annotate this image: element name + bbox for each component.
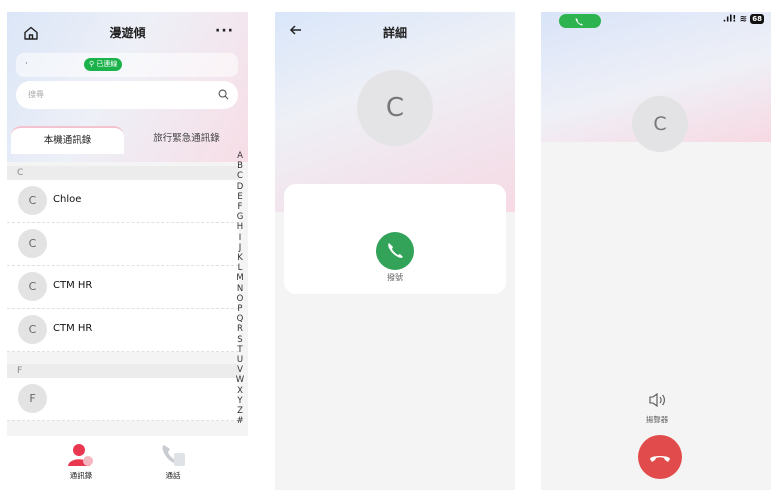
alphabet-letter[interactable]: R bbox=[235, 324, 245, 334]
contact-list: C C Chloe C C CTM HR C CTM HR F F bbox=[7, 154, 239, 421]
nav-contacts-label: 通訊錄 bbox=[69, 471, 93, 480]
contact-row[interactable]: C Chloe bbox=[7, 180, 239, 223]
speaker-label: 揚聲器 bbox=[645, 415, 669, 424]
alphabet-letter[interactable]: A bbox=[235, 151, 245, 161]
contact-name: CTM HR bbox=[53, 280, 93, 291]
alphabet-letter[interactable]: F bbox=[235, 202, 245, 212]
dial-button[interactable] bbox=[376, 232, 414, 270]
avatar: C bbox=[357, 70, 433, 146]
tab-travel-emergency-contacts[interactable]: 旅行緊急通訊錄 bbox=[129, 126, 244, 154]
nav-calls[interactable]: 通話 bbox=[143, 442, 203, 481]
dial-label: 撥號 bbox=[387, 273, 403, 282]
contact-name: Chloe bbox=[53, 194, 82, 205]
contact-row[interactable]: C CTM HR bbox=[7, 266, 239, 309]
detail-header: 詳細 bbox=[275, 22, 515, 44]
avatar: C bbox=[632, 96, 688, 152]
signal-icon: .ıl! bbox=[722, 14, 737, 25]
contacts-header: 漫遊傾 ··· bbox=[7, 22, 248, 44]
more-options-icon[interactable]: ··· bbox=[215, 22, 234, 40]
avatar: C bbox=[18, 229, 47, 258]
alphabet-letter[interactable]: G bbox=[235, 212, 245, 222]
alphabet-letter[interactable]: M bbox=[235, 273, 245, 283]
contact-row[interactable]: C bbox=[7, 223, 239, 266]
contacts-screen: 漫遊傾 ··· · ⚲ 已連線 搜尋 本機通訊錄 旅行緊急通訊錄 C C Chl… bbox=[7, 12, 248, 490]
alphabet-letter[interactable]: N bbox=[235, 284, 245, 294]
connection-status-badge: ⚲ 已連線 bbox=[84, 58, 123, 71]
detail-screen: 詳細 C 撥號 bbox=[275, 12, 515, 490]
alphabet-letter[interactable]: P bbox=[235, 304, 245, 314]
contact-row[interactable]: C CTM HR bbox=[7, 309, 239, 352]
avatar: C bbox=[18, 186, 47, 215]
nav-contacts[interactable]: 通訊錄 bbox=[51, 442, 111, 481]
alphabet-letter[interactable]: Y bbox=[235, 396, 245, 406]
alphabet-letter[interactable]: I bbox=[235, 233, 245, 243]
alphabet-letter[interactable]: C bbox=[235, 171, 245, 181]
search-placeholder: 搜尋 bbox=[28, 90, 44, 99]
alphabet-index[interactable]: A B C D E F G H I J K L M N O P Q R S T U V W X Y Z # bbox=[235, 151, 245, 426]
alphabet-letter[interactable]: W bbox=[235, 375, 245, 385]
status-bar-icons: .ıl! ≋ 68 bbox=[723, 14, 764, 25]
page-title: 詳細 bbox=[382, 26, 407, 40]
hang-up-icon bbox=[650, 456, 670, 462]
alphabet-letter[interactable]: L bbox=[235, 263, 245, 273]
dot-icon: · bbox=[25, 59, 28, 69]
section-header-f: F bbox=[7, 364, 239, 378]
contact-tabs: 本機通訊錄 旅行緊急通訊錄 bbox=[7, 126, 248, 154]
search-icon[interactable] bbox=[218, 89, 229, 100]
hang-up-button[interactable] bbox=[638, 435, 682, 479]
alphabet-letter[interactable]: D bbox=[235, 182, 245, 192]
alphabet-letter[interactable]: H bbox=[235, 222, 245, 232]
section-header-c: C bbox=[7, 166, 239, 180]
action-card: 撥號 bbox=[284, 184, 506, 294]
phone-icon bbox=[388, 243, 403, 258]
tab-local-contacts[interactable]: 本機通訊錄 bbox=[11, 126, 124, 154]
page-title: 漫遊傾 bbox=[109, 26, 146, 40]
alphabet-letter[interactable]: V bbox=[235, 365, 245, 375]
alphabet-letter[interactable]: Q bbox=[235, 314, 245, 324]
nav-calls-label: 通話 bbox=[165, 471, 181, 480]
alphabet-letter[interactable]: S bbox=[235, 335, 245, 345]
call-screen: .ıl! ≋ 68 C 揚聲器 bbox=[541, 12, 771, 490]
search-input[interactable]: 搜尋 bbox=[16, 81, 238, 109]
wifi-icon: ≋ bbox=[739, 14, 748, 25]
alphabet-letter[interactable]: T bbox=[235, 345, 245, 355]
battery-icon: 68 bbox=[750, 14, 764, 24]
avatar: C bbox=[18, 272, 47, 301]
avatar: F bbox=[18, 384, 47, 413]
avatar: C bbox=[18, 315, 47, 344]
alphabet-letter[interactable]: # bbox=[235, 416, 245, 426]
phone-icon bbox=[575, 18, 583, 26]
contacts-icon bbox=[68, 444, 93, 466]
speaker-icon bbox=[649, 392, 665, 408]
bottom-nav: 通訊錄 通話 bbox=[7, 436, 248, 490]
alphabet-letter[interactable]: O bbox=[235, 294, 245, 304]
alphabet-letter[interactable]: J bbox=[235, 243, 245, 253]
active-call-indicator[interactable] bbox=[559, 14, 601, 28]
alphabet-letter[interactable]: Z bbox=[235, 406, 245, 416]
alphabet-letter[interactable]: B bbox=[235, 161, 245, 171]
contact-row[interactable]: F bbox=[7, 378, 239, 421]
alphabet-letter[interactable]: X bbox=[235, 386, 245, 396]
connection-bar: · ⚲ 已連線 bbox=[16, 53, 238, 77]
alphabet-letter[interactable]: U bbox=[235, 355, 245, 365]
alphabet-letter[interactable]: E bbox=[235, 192, 245, 202]
speaker-button[interactable]: 揚聲器 bbox=[637, 392, 677, 425]
contact-name: CTM HR bbox=[53, 323, 93, 334]
phone-icon bbox=[162, 445, 185, 466]
alphabet-letter[interactable]: K bbox=[235, 253, 245, 263]
